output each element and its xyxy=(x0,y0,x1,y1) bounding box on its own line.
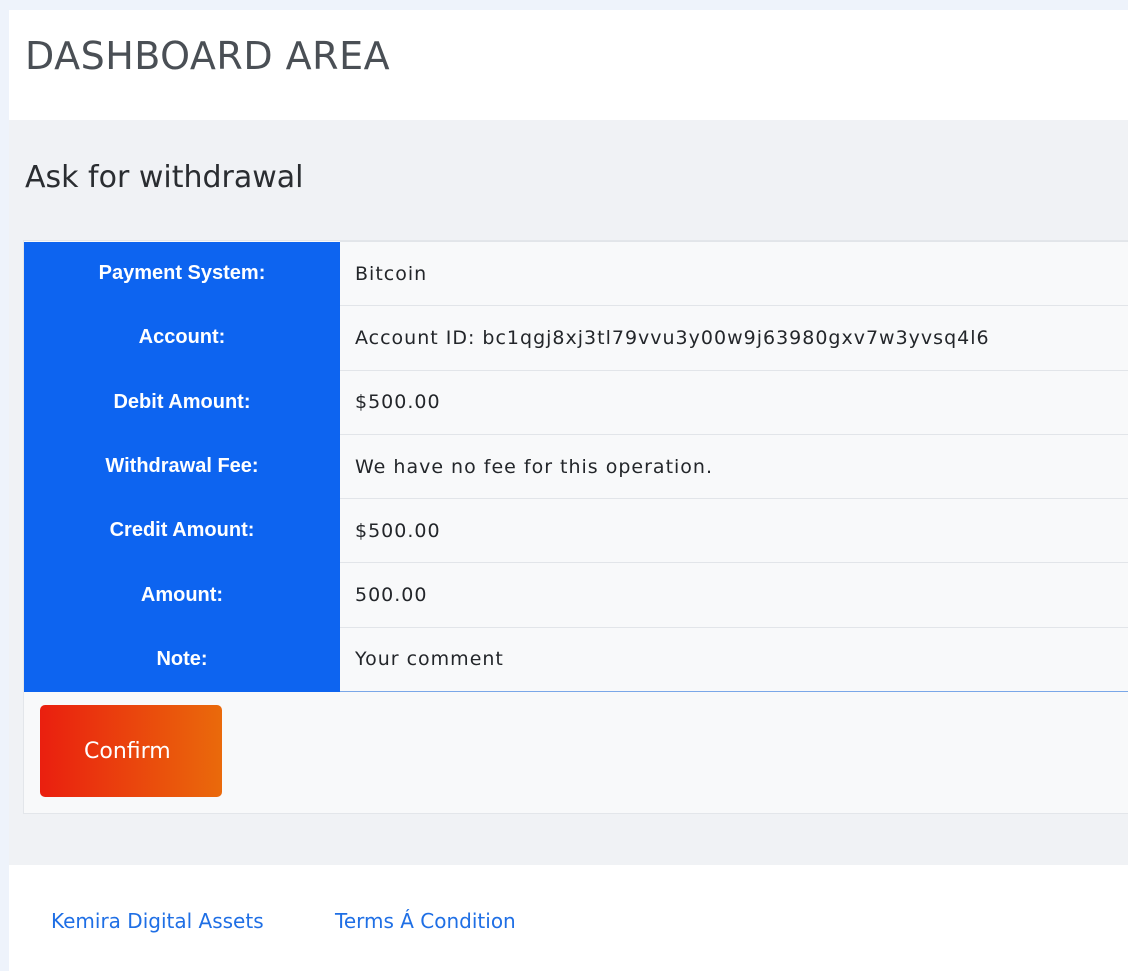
amount-label: Amount: xyxy=(24,562,340,628)
credit-amount-value: $500.00 xyxy=(340,498,1128,563)
payment-system-label: Payment System: xyxy=(24,241,340,306)
confirm-button[interactable]: Confirm xyxy=(40,705,222,797)
note-label: Note: xyxy=(24,627,340,692)
account-row: Account: Account ID: bc1qgj8xj3tl79vvu3y… xyxy=(24,305,1128,371)
page-title: Ask for withdrawal xyxy=(25,160,304,195)
note-row: Note: Your comment xyxy=(24,626,1128,693)
main-content: Ask for withdrawal Payment System: Bitco… xyxy=(9,120,1128,865)
header: DASHBOARD AREA xyxy=(9,10,1128,120)
account-label: Account: xyxy=(24,305,340,371)
credit-amount-label: Credit Amount: xyxy=(24,498,340,563)
debit-amount-value: $500.00 xyxy=(340,369,1128,435)
payment-system-value: Bitcoin xyxy=(340,240,1128,306)
amount-row: Amount: 500.00 xyxy=(24,562,1128,628)
withdrawal-fee-label: Withdrawal Fee: xyxy=(24,434,340,499)
credit-amount-row: Credit Amount: $500.00 xyxy=(24,498,1128,563)
footer-link-terms-condition[interactable]: Terms Á Condition xyxy=(335,909,516,933)
withdrawal-details-table: Payment System: Bitcoin Account: Account… xyxy=(24,240,1128,693)
debit-amount-label: Debit Amount: xyxy=(24,370,340,435)
debit-amount-row: Debit Amount: $500.00 xyxy=(24,369,1128,435)
withdrawal-card: Payment System: Bitcoin Account: Account… xyxy=(23,240,1128,814)
withdrawal-fee-value: We have no fee for this operation. xyxy=(340,433,1128,499)
footer-link-kemira-digital-assets[interactable]: Kemira Digital Assets xyxy=(51,909,264,933)
amount-value: 500.00 xyxy=(340,562,1128,628)
footer: Kemira Digital Assets Terms Á Condition xyxy=(9,865,1128,971)
dashboard-title: DASHBOARD AREA xyxy=(25,34,391,78)
payment-system-row: Payment System: Bitcoin xyxy=(24,240,1128,306)
withdrawal-fee-row: Withdrawal Fee: We have no fee for this … xyxy=(24,433,1128,499)
note-value: Your comment xyxy=(340,626,1128,693)
account-value: Account ID: bc1qgj8xj3tl79vvu3y00w9j6398… xyxy=(340,305,1128,371)
